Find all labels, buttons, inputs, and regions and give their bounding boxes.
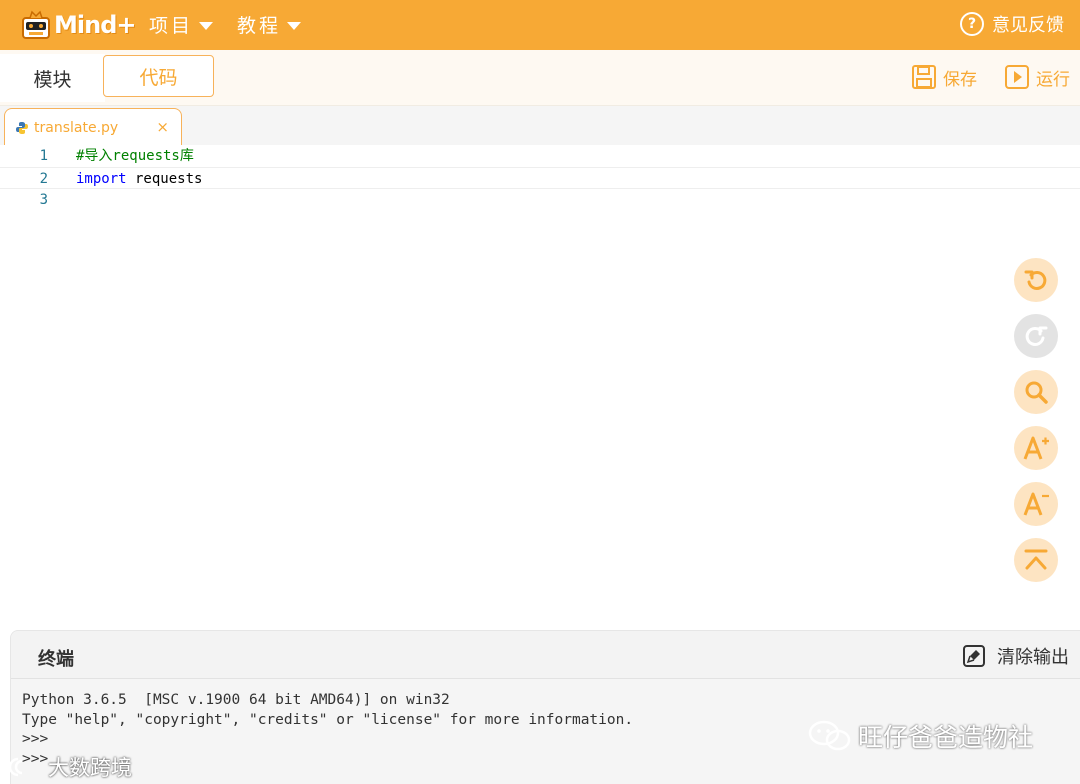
search-button[interactable] xyxy=(1014,370,1058,414)
menu-tutorial[interactable]: 教程 xyxy=(237,11,302,38)
terminal-panel: 终端 清除输出 Python 3.6.5 [MSC v.1900 64 bit … xyxy=(10,630,1080,784)
clear-output-button[interactable]: 清除输出 xyxy=(963,643,1069,669)
run-label: 运行 xyxy=(1036,69,1070,90)
file-tab[interactable]: translate.py × xyxy=(4,108,182,146)
undo-icon xyxy=(1024,270,1047,290)
python-file-icon xyxy=(16,121,28,134)
file-tab-strip: translate.py × xyxy=(0,106,1080,146)
watermark-wechat: 旺仔爸爸造物社 xyxy=(808,718,1033,754)
font-decrease-button[interactable] xyxy=(1014,482,1058,526)
wechat-icon xyxy=(808,720,851,751)
font-increase-icon xyxy=(1023,436,1049,460)
line-number: 1 xyxy=(39,148,48,164)
font-decrease-icon xyxy=(1023,492,1049,516)
redo-button[interactable] xyxy=(1014,314,1058,358)
code-editor[interactable]: 1 #导入requests库 2 import requests 3 xyxy=(0,145,1080,630)
line-number: 2 xyxy=(39,171,48,187)
feedback-label: 意见反馈 xyxy=(992,15,1064,36)
watermark-brand-text: 大数跨境 xyxy=(48,756,132,780)
line-number: 3 xyxy=(39,192,48,208)
file-tab-name: translate.py xyxy=(34,119,119,136)
save-label: 保存 xyxy=(943,69,977,90)
code-line: 1 #导入requests库 xyxy=(0,145,1080,167)
clear-output-label: 清除输出 xyxy=(997,647,1069,668)
mode-bar: 模块 代码 保存 运行 xyxy=(0,50,1080,106)
logo-wordmark: Mind+ xyxy=(54,11,136,39)
code-rest: requests xyxy=(126,171,203,187)
chevron-down-icon xyxy=(199,21,214,30)
search-icon xyxy=(1025,381,1048,404)
chevron-down-icon xyxy=(287,21,302,30)
terminal-header: 终端 清除输出 xyxy=(11,631,1080,679)
terminal-line: Type "help", "copyright", "credits" or "… xyxy=(22,711,634,728)
run-button[interactable]: 运行 xyxy=(1004,64,1070,90)
feedback-button[interactable]: ? 意见反馈 xyxy=(960,11,1064,37)
robot-logo-icon xyxy=(22,10,50,39)
menu-tutorial-label: 教程 xyxy=(237,15,282,37)
help-circle-icon: ? xyxy=(960,12,984,36)
play-icon xyxy=(1005,65,1029,89)
tab-code[interactable]: 代码 xyxy=(103,55,214,97)
close-icon[interactable]: × xyxy=(156,118,169,136)
menu-project-label: 项目 xyxy=(149,15,194,37)
terminal-line: >>> xyxy=(22,731,49,747)
watermark-text: 旺仔爸爸造物社 xyxy=(858,723,1034,752)
scroll-top-icon xyxy=(1024,549,1048,570)
scroll-top-button[interactable] xyxy=(1014,538,1058,582)
terminal-title: 终端 xyxy=(38,649,74,670)
code-keyword: import xyxy=(76,171,127,187)
menu-project[interactable]: 项目 xyxy=(149,11,214,38)
code-line: 3 xyxy=(0,189,1080,211)
save-button[interactable]: 保存 xyxy=(911,64,977,90)
terminal-line: Python 3.6.5 [MSC v.1900 64 bit AMD64)] … xyxy=(22,692,450,708)
undo-button[interactable] xyxy=(1014,258,1058,302)
save-icon xyxy=(912,65,936,89)
broom-icon xyxy=(963,645,985,667)
brand-logo-icon xyxy=(8,757,23,777)
code-text: import requests xyxy=(76,168,202,190)
watermark-brand: 大数跨境 xyxy=(8,752,132,782)
tab-blocks[interactable]: 模块 xyxy=(0,54,105,102)
mind-plus-logo[interactable]: Mind+ xyxy=(20,7,136,43)
redo-icon xyxy=(1025,326,1048,346)
font-increase-button[interactable] xyxy=(1014,426,1058,470)
top-bar: Mind+ 项目 教程 ? 意见反馈 xyxy=(0,0,1080,50)
code-line-current: 2 import requests xyxy=(0,167,1080,189)
code-text: #导入requests库 xyxy=(76,148,194,164)
